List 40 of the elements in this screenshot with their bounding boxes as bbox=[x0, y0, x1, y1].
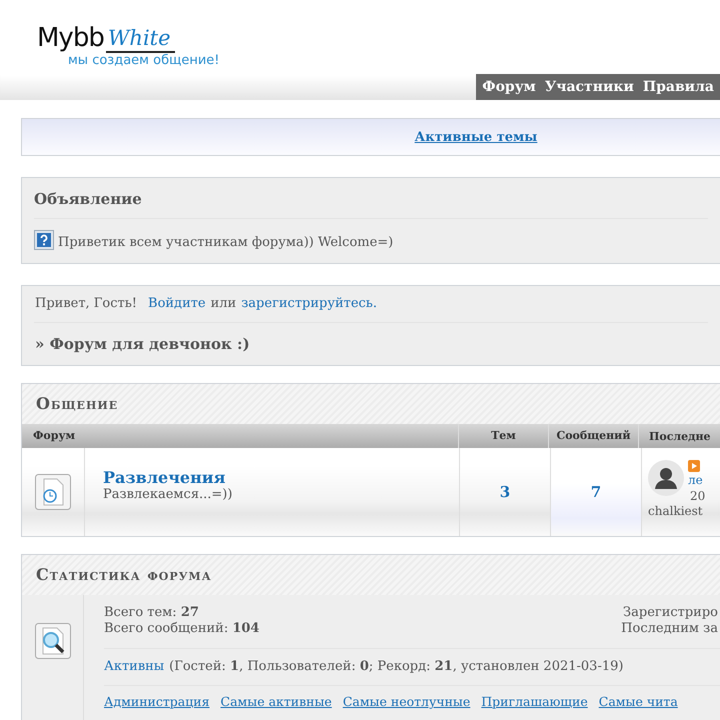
announcement-text: Приветик всем участникам форума)) Welcome=) bbox=[58, 235, 394, 250]
last-post-date: 20 bbox=[690, 489, 706, 504]
online-stats-text: (Гостей: 1, Пользователей: 0; Рекорд: 21, установлен 2021-03-19) bbox=[169, 659, 624, 674]
column-header: Последне bbox=[648, 430, 711, 442]
stats-line: Зарегистриро bbox=[623, 605, 718, 620]
stats-link[interactable]: Администрация bbox=[104, 694, 210, 709]
last-post-link[interactable]: ле bbox=[688, 473, 703, 488]
nav-link[interactable]: Форум bbox=[482, 79, 536, 95]
logo-text: Mybb bbox=[37, 24, 104, 53]
posts-count: 7 bbox=[590, 483, 602, 501]
nav-link[interactable]: Правила bbox=[642, 79, 714, 95]
forum-document-icon bbox=[35, 474, 71, 510]
magnifier-icon bbox=[34, 623, 70, 659]
stats-link[interactable]: Самые активные bbox=[220, 694, 332, 709]
nav-link[interactable]: Участники bbox=[544, 79, 634, 95]
last-post-author: chalkiest bbox=[648, 504, 704, 518]
stats-link[interactable]: Приглашающие bbox=[481, 694, 588, 709]
go-to-post-icon[interactable] bbox=[688, 460, 700, 472]
stats-link[interactable]: Самые неотлучные bbox=[342, 694, 470, 709]
avatar-icon bbox=[648, 460, 684, 496]
stats-line: Всего сообщений: 104 bbox=[104, 621, 260, 636]
login-link[interactable]: Войдите bbox=[148, 296, 206, 311]
register-link[interactable]: зарегистрируйтесь. bbox=[241, 296, 378, 311]
stats-title: Статистика форума bbox=[22, 555, 720, 595]
active-topics-link[interactable]: Активные темы bbox=[414, 130, 538, 144]
or-text: или bbox=[210, 296, 236, 311]
category-title: Общение bbox=[22, 384, 720, 424]
online-link[interactable]: Активны bbox=[104, 659, 164, 674]
logo-script: White bbox=[106, 26, 175, 53]
tagline: мы создаем общение! bbox=[68, 52, 220, 68]
stats-line: Всего тем: 27 bbox=[104, 605, 200, 620]
greeting-text: Привет, Гость! bbox=[35, 296, 138, 311]
breadcrumb: » Форум для девчонок :) bbox=[34, 334, 251, 355]
forum-description: Развлекаемся...=)) bbox=[103, 487, 234, 502]
stats-link[interactable]: Самые чита bbox=[598, 694, 678, 709]
forum-link[interactable]: Развлечения bbox=[103, 468, 441, 487]
stats-line: Последним за bbox=[621, 621, 718, 636]
help-icon bbox=[34, 230, 54, 250]
topics-count: 3 bbox=[500, 483, 510, 501]
announcement-title: Объявление bbox=[34, 178, 708, 219]
